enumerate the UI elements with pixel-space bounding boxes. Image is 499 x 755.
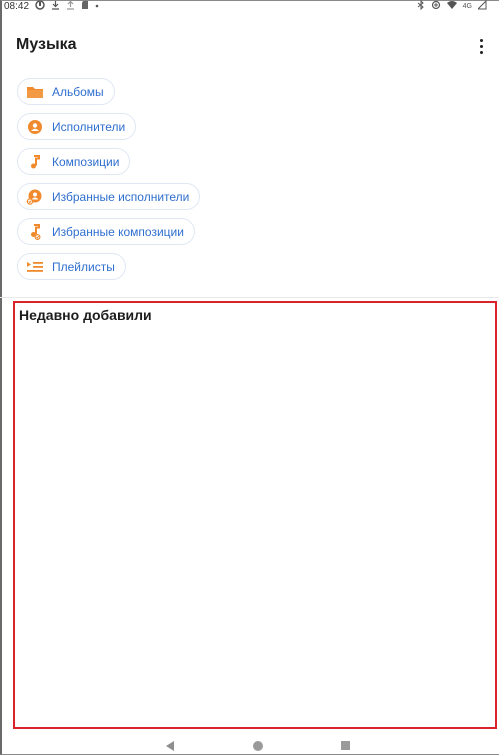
chip-albums[interactable]: Альбомы <box>17 78 115 105</box>
folder-icon <box>26 83 44 101</box>
upload-icon <box>66 0 75 14</box>
music-note-icon <box>26 153 44 171</box>
dot-icon <box>95 0 99 14</box>
chip-label: Композиции <box>52 154 120 169</box>
app-bar: Музыка <box>0 28 499 64</box>
sd-card-icon <box>81 0 89 14</box>
chip-artists[interactable]: Исполнители <box>17 113 137 140</box>
recently-added-title: Недавно добавили <box>19 307 152 323</box>
back-icon[interactable] <box>166 741 174 751</box>
chip-favorite-artists[interactable]: Избранные исполнители <box>17 183 201 210</box>
chip-tracks[interactable]: Композиции <box>17 148 131 175</box>
status-right: 4G <box>417 0 487 14</box>
vpn-icon <box>35 0 45 14</box>
category-chip-list: Альбомы Исполнители Композиции Избранные… <box>17 78 201 280</box>
recently-added-section: Недавно добавили <box>13 301 497 729</box>
overflow-dot <box>479 44 483 48</box>
status-time: 08:42 <box>4 1 30 12</box>
page-title: Музыка <box>16 36 77 53</box>
overflow-dot <box>479 38 483 42</box>
chip-label: Плейлисты <box>52 259 115 274</box>
download-icon <box>51 0 60 14</box>
favorite-tracks-icon <box>26 223 44 241</box>
person-icon <box>26 118 44 136</box>
status-left: 08:42 <box>4 0 99 14</box>
section-divider <box>0 297 499 298</box>
chip-label: Исполнители <box>52 119 126 134</box>
status-bar: 08:42 4G <box>0 0 499 14</box>
system-nav-bar <box>0 736 499 755</box>
chip-label: Альбомы <box>52 84 104 99</box>
playlist-icon <box>26 258 44 276</box>
signal-icon <box>476 0 487 14</box>
chip-label: Избранные исполнители <box>52 189 190 204</box>
chip-label: Избранные композиции <box>52 224 184 239</box>
favorite-artists-icon <box>26 188 44 206</box>
recents-icon[interactable] <box>341 741 350 750</box>
chip-playlists[interactable]: Плейлисты <box>17 253 126 280</box>
home-icon[interactable] <box>253 741 263 751</box>
bluetooth-icon <box>417 0 425 14</box>
overflow-menu-button[interactable] <box>471 34 491 58</box>
chip-favorite-tracks[interactable]: Избранные композиции <box>17 218 195 245</box>
overflow-dot <box>479 50 483 54</box>
data-saver-icon <box>431 0 441 14</box>
network-type-label: 4G <box>462 3 472 10</box>
wifi-icon <box>446 0 457 14</box>
